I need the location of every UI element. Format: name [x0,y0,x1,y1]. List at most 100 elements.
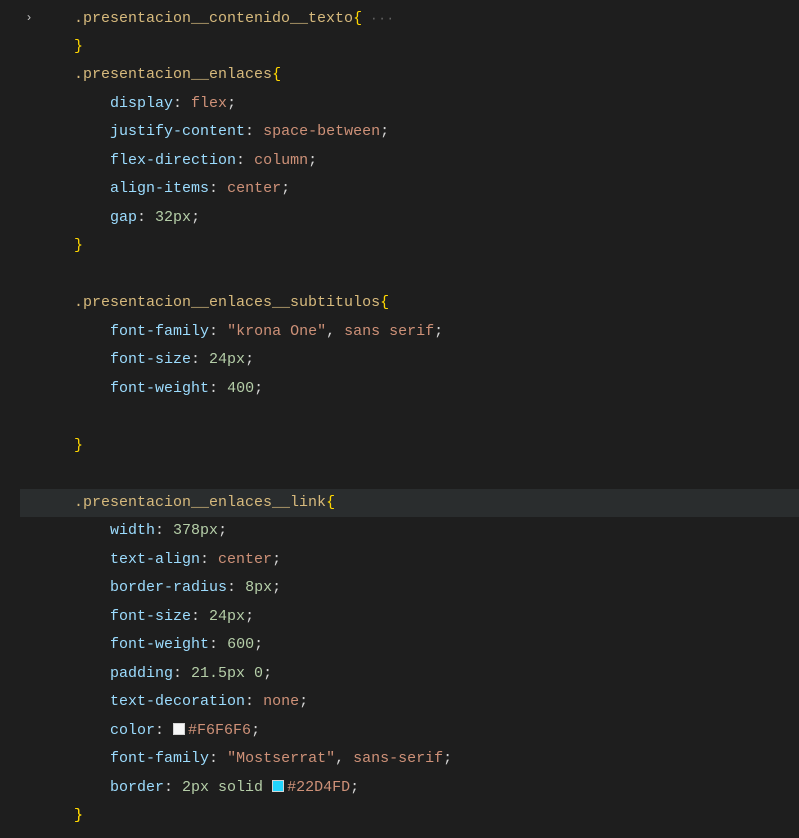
css-property: font-family [110,750,209,767]
close-brace: } [74,807,83,824]
semicolon: ; [245,608,254,625]
css-value: 24px [209,351,245,368]
css-selector: .presentacion__contenido__texto [74,10,353,27]
fold-ellipsis-icon[interactable]: ··· [362,12,395,26]
code-editor[interactable]: › .presentacion__contenido__texto{ ··· }… [0,0,799,838]
close-brace-line[interactable]: } [20,232,799,261]
colon: : [164,779,182,796]
colon: : [191,608,209,625]
declaration-line[interactable]: gap: 32px; [20,204,799,233]
declaration-line[interactable]: border-radius: 8px; [20,574,799,603]
declaration-line[interactable]: align-items: center; [20,175,799,204]
colon: : [137,209,155,226]
css-property: display [110,95,173,112]
declaration-line[interactable]: display: flex; [20,90,799,119]
semicolon: ; [281,180,290,197]
declaration-line[interactable]: border: 2px solid #22D4FD; [20,774,799,803]
declaration-line[interactable]: font-family: "krona One", sans serif; [20,318,799,347]
css-property: flex-direction [110,152,236,169]
semicolon: ; [299,693,308,710]
css-value-part: sans-serif [353,750,443,767]
color-swatch-icon[interactable] [272,780,284,792]
semicolon: ; [308,152,317,169]
colon: : [227,579,245,596]
selector-line[interactable]: › .presentacion__contenido__texto{ ··· [20,4,799,33]
close-brace: } [74,38,83,55]
css-property: font-weight [110,380,209,397]
declaration-line[interactable]: text-decoration: none; [20,688,799,717]
colon: : [191,351,209,368]
colon: : [209,323,227,340]
css-property: width [110,522,155,539]
css-value: 8px [245,579,272,596]
color-swatch-icon[interactable] [173,723,185,735]
css-value-part: "Mostserrat" [227,750,335,767]
declaration-line[interactable]: justify-content: space-between; [20,118,799,147]
selector-line[interactable]: .presentacion__enlaces__link{ [20,489,799,518]
declaration-line[interactable]: padding: 21.5px 0; [20,660,799,689]
semicolon: ; [272,551,281,568]
colon: : [173,665,191,682]
css-value-part: 2px solid [182,779,272,796]
code-line[interactable] [20,460,799,489]
open-brace: { [272,66,281,83]
close-brace: } [74,237,83,254]
css-value: center [227,180,281,197]
colon: : [209,750,227,767]
declaration-line[interactable]: font-size: 24px; [20,603,799,632]
css-property: justify-content [110,123,245,140]
css-color-value: #22D4FD [287,779,350,796]
code-line[interactable] [20,261,799,290]
colon: : [245,123,263,140]
open-brace: { [380,294,389,311]
css-value: 400 [227,380,254,397]
declaration-line[interactable]: flex-direction: column; [20,147,799,176]
colon: : [209,636,227,653]
css-value: 21.5px 0 [191,665,263,682]
css-value: space-between [263,123,380,140]
semicolon: ; [434,323,443,340]
css-property: color [110,722,155,739]
css-value: 32px [155,209,191,226]
close-brace-line[interactable]: } [20,33,799,62]
selector-line[interactable]: .presentacion__enlaces__subtitulos{ [20,289,799,318]
code-content[interactable]: › .presentacion__contenido__texto{ ··· }… [14,0,799,838]
css-value-part: , [335,750,353,767]
close-brace-line[interactable]: } [20,432,799,461]
declaration-line[interactable]: width: 378px; [20,517,799,546]
colon: : [200,551,218,568]
semicolon: ; [245,351,254,368]
declaration-line[interactable]: font-family: "Mostserrat", sans-serif; [20,745,799,774]
css-selector: .presentacion__enlaces [74,66,272,83]
semicolon: ; [251,722,260,739]
css-property: font-family [110,323,209,340]
css-selector: .presentacion__enlaces__link [74,494,326,511]
colon: : [155,722,173,739]
colon: : [173,95,191,112]
css-property: font-size [110,351,191,368]
declaration-line[interactable]: color: #F6F6F6; [20,717,799,746]
css-property: font-weight [110,636,209,653]
selector-line[interactable]: .presentacion__enlaces{ [20,61,799,90]
close-brace-line[interactable]: } [20,802,799,831]
semicolon: ; [254,380,263,397]
declaration-line[interactable]: font-size: 24px; [20,346,799,375]
colon: : [209,180,227,197]
chevron-right-icon[interactable]: › [20,4,38,33]
css-property: border-radius [110,579,227,596]
declaration-line[interactable]: text-align: center; [20,546,799,575]
code-line[interactable] [20,403,799,432]
open-brace: { [353,10,362,27]
css-value: column [254,152,308,169]
semicolon: ; [263,665,272,682]
semicolon: ; [272,579,281,596]
css-property: align-items [110,180,209,197]
declaration-line[interactable]: font-weight: 400; [20,375,799,404]
declaration-line[interactable]: font-weight: 600; [20,631,799,660]
css-value: 600 [227,636,254,653]
line-number-gutter [0,0,14,838]
open-brace: { [326,494,335,511]
css-value: none [263,693,299,710]
css-property: gap [110,209,137,226]
colon: : [209,380,227,397]
